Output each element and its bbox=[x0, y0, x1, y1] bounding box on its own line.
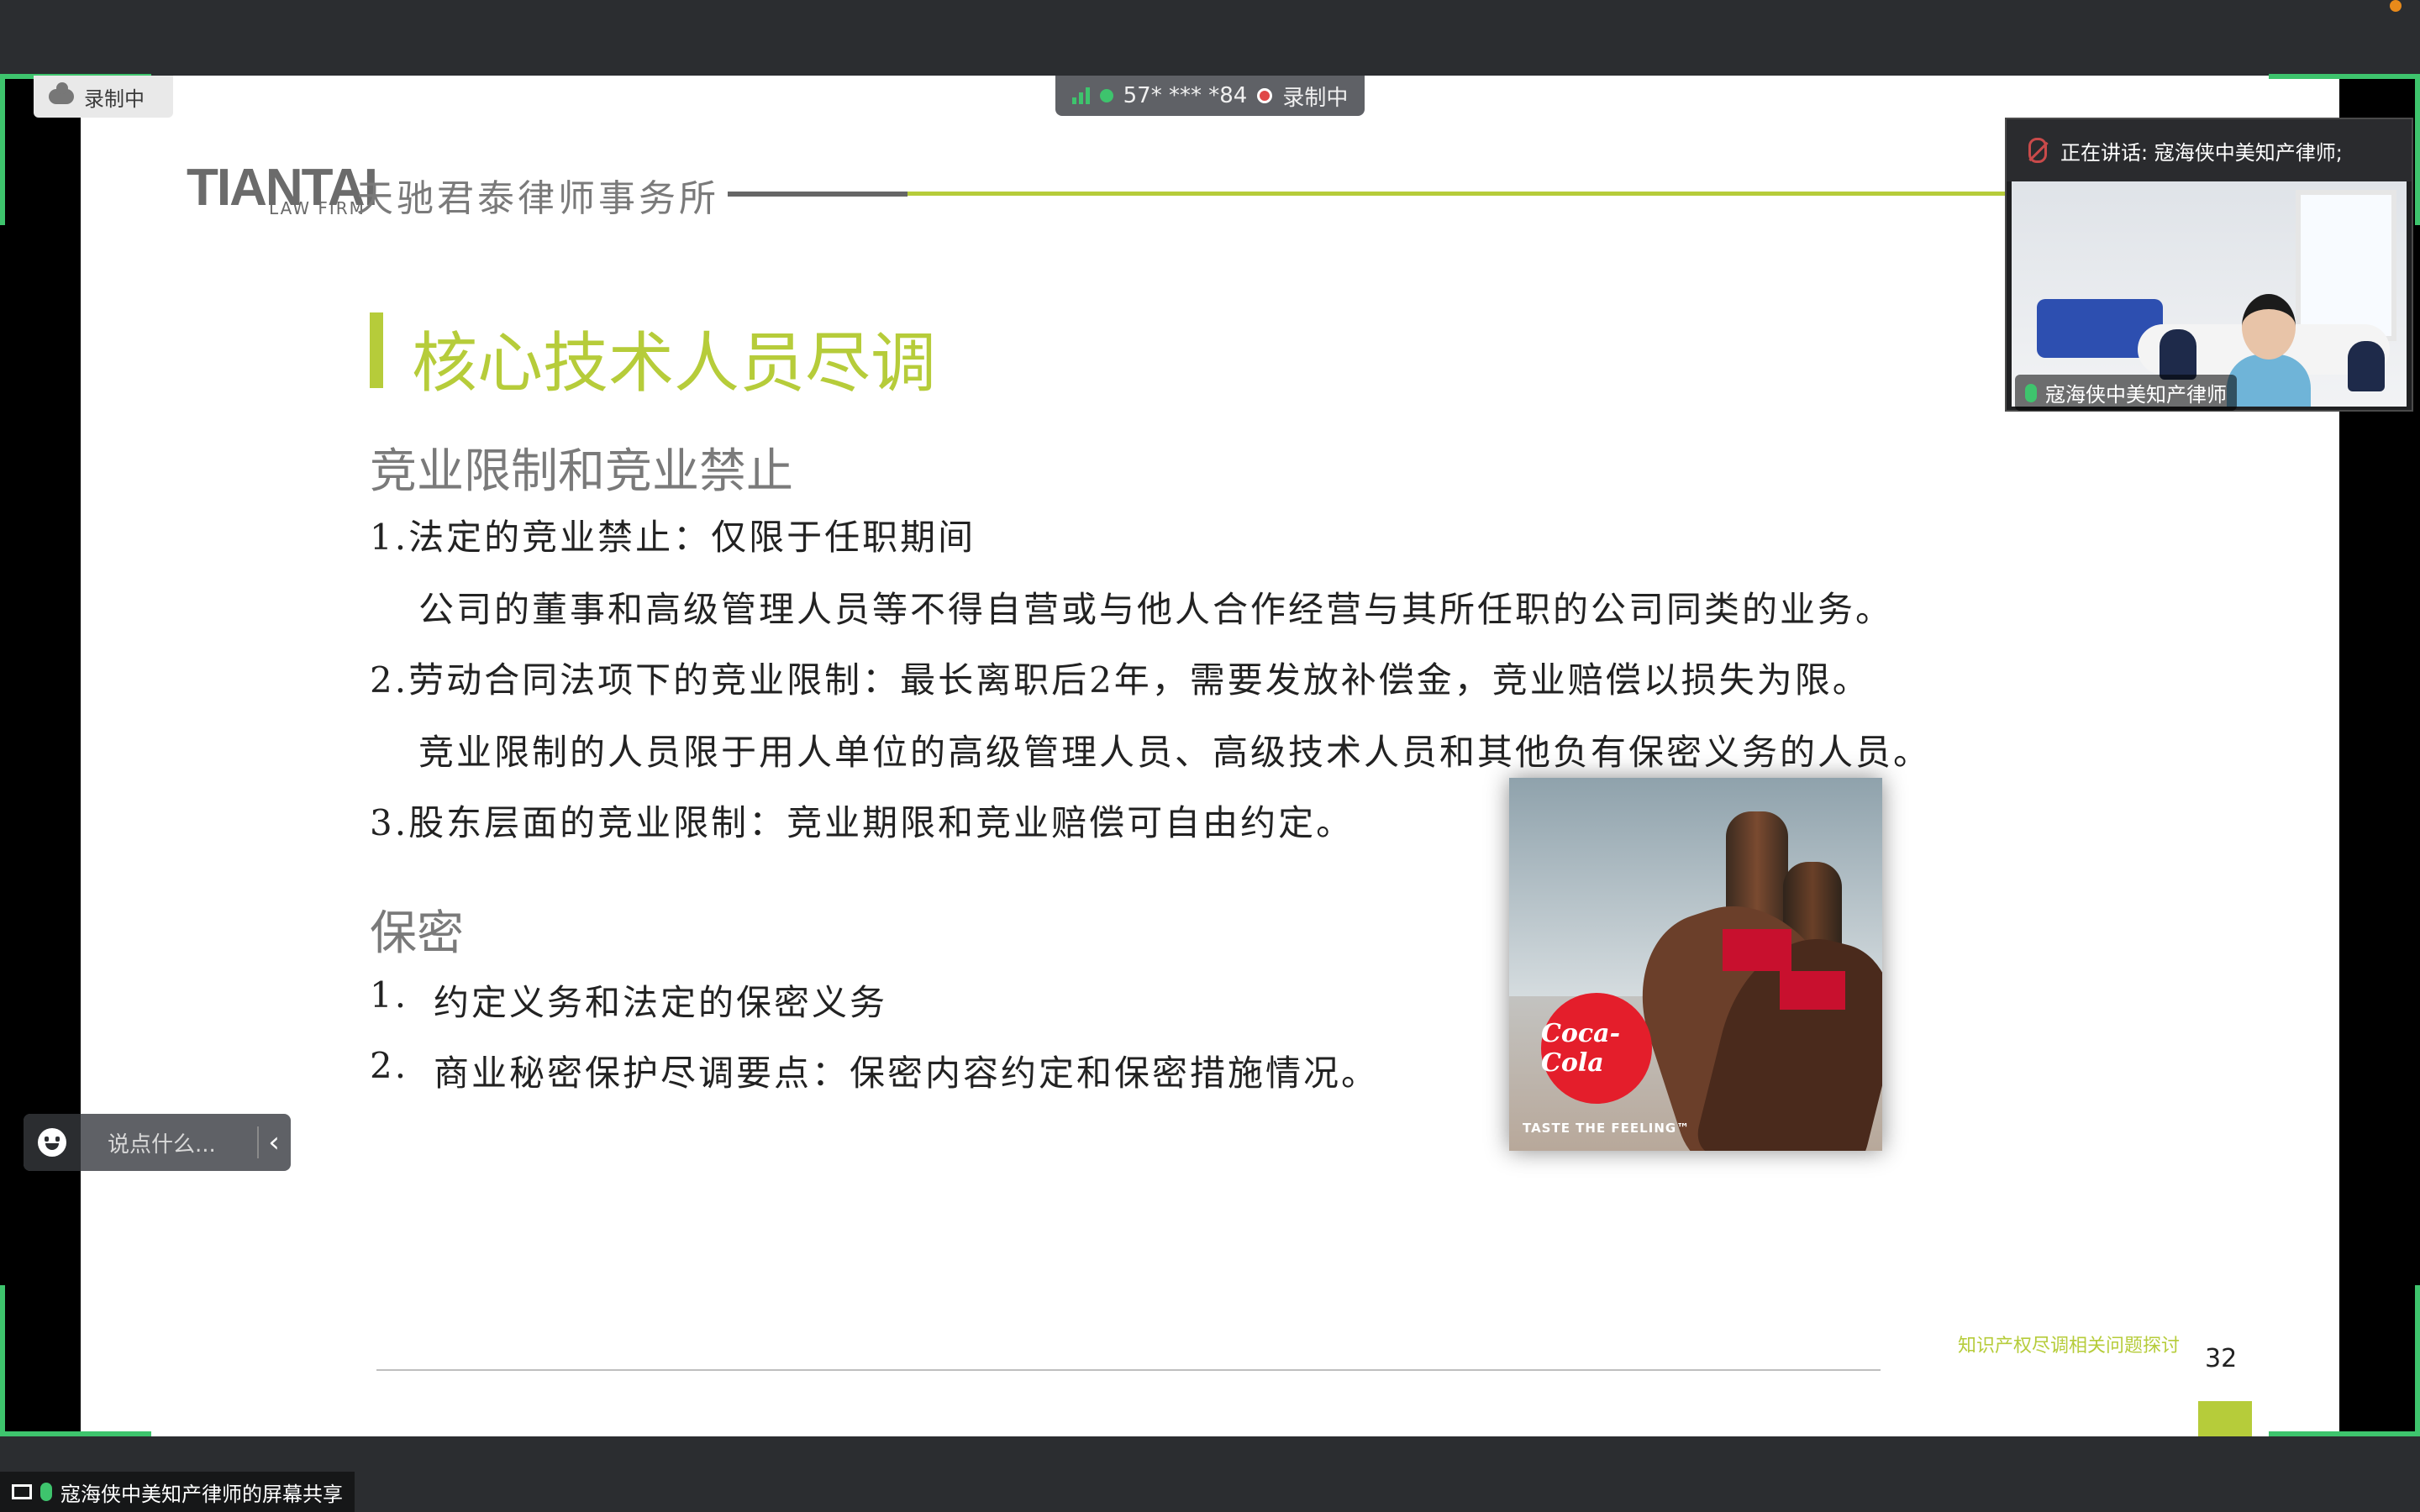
confidentiality-item-2: 商业秘密保护尽调要点：保密内容约定和保密措施情况。 bbox=[434, 1053, 1380, 1094]
noncompete-line-5: 3.股东层面的竞业限制：竞业期限和竞业赔偿可自由约定。 bbox=[370, 802, 1355, 843]
room-chair bbox=[2160, 329, 2196, 380]
participant-caption: 寇海侠中美知产律师 bbox=[2015, 375, 2237, 411]
firm-logo: TIANTAI LAW FIRM bbox=[187, 158, 378, 218]
screen-share-icon bbox=[12, 1484, 32, 1499]
chat-input[interactable]: 说点什么... bbox=[81, 1127, 257, 1158]
footer-text: 知识产权尽调相关问题探讨 bbox=[1958, 1336, 2181, 1357]
mic-active-icon bbox=[2025, 383, 2037, 402]
screen-share-label: 寇海侠中美知产律师的屏幕共享 bbox=[0, 1472, 355, 1512]
security-shield-icon bbox=[1099, 89, 1113, 102]
title-accent-bar bbox=[370, 312, 383, 388]
section-heading-confidentiality: 保密 bbox=[370, 906, 464, 961]
presenter-mic-icon bbox=[40, 1483, 52, 1501]
mic-muted-icon[interactable] bbox=[2028, 138, 2047, 163]
meeting-id: 57* *** *84 bbox=[1123, 83, 1248, 108]
person-head bbox=[2242, 294, 2296, 360]
speaking-indicator: 正在讲话: 寇海侠中美知产律师; bbox=[2007, 119, 2412, 181]
confidentiality-item-2-num: 2. bbox=[370, 1045, 409, 1086]
bottle-label-right bbox=[1780, 971, 1845, 1010]
top-bar bbox=[0, 0, 2420, 76]
notification-dot bbox=[2390, 0, 2402, 12]
footer-divider bbox=[376, 1369, 1881, 1371]
room-window bbox=[2296, 190, 2396, 341]
logo-sub-text: LAW FIRM bbox=[269, 198, 366, 218]
meeting-info-pill[interactable]: 57* *** *84 录制中 bbox=[1055, 76, 1365, 116]
confidentiality-item-1: 约定义务和法定的保密义务 bbox=[434, 982, 888, 1023]
screen-share-text: 寇海侠中美知产律师的屏幕共享 bbox=[60, 1482, 343, 1506]
share-frame-corner bbox=[0, 1285, 5, 1436]
header-divider-dark bbox=[728, 192, 908, 197]
header-divider-green bbox=[908, 192, 2017, 196]
image-tagline: TASTE THE FEELING™ bbox=[1523, 1121, 1691, 1136]
confidentiality-item-1-num: 1. bbox=[370, 974, 409, 1016]
room-chair bbox=[2348, 341, 2385, 391]
noncompete-line-2: 公司的董事和高级管理人员等不得自营或与他人合作经营与其所任职的公司同类的业务。 bbox=[418, 589, 1894, 630]
speaker-video-tile[interactable]: 正在讲话: 寇海侠中美知产律师; 寇海侠中美知产律师 bbox=[2005, 118, 2413, 412]
share-frame-corner bbox=[2269, 74, 2420, 79]
noncompete-line-4: 竞业限制的人员限于用人单位的高级管理人员、高级技术人员和其他负有保密义务的人员。 bbox=[418, 732, 1932, 773]
participant-name: 寇海侠中美知产律师 bbox=[2045, 383, 2227, 407]
emoji-button[interactable] bbox=[24, 1114, 81, 1171]
record-dot-icon bbox=[1257, 88, 1273, 103]
meeting-recording-label: 录制中 bbox=[1282, 85, 1349, 111]
chevron-left-icon[interactable]: ‹ bbox=[259, 1126, 289, 1159]
noncompete-line-1: 1.法定的竞业禁止：仅限于任职期间 bbox=[370, 517, 976, 558]
speaking-text: 正在讲话: 寇海侠中美知产律师; bbox=[2060, 140, 2343, 165]
slide-title: 核心技术人员尽调 bbox=[412, 326, 937, 402]
share-frame-corner bbox=[2415, 1285, 2420, 1436]
recording-badge[interactable]: 录制中 bbox=[34, 76, 173, 118]
logo-chinese-name: 天驰君泰律师事务所 bbox=[356, 177, 719, 220]
bottle-label-left bbox=[1723, 929, 1791, 971]
person-body bbox=[2227, 354, 2311, 407]
section-heading-noncompete: 竞业限制和竞业禁止 bbox=[370, 444, 793, 499]
smile-icon bbox=[38, 1128, 66, 1157]
share-frame-corner bbox=[2415, 74, 2420, 225]
cloud-record-icon bbox=[49, 82, 74, 104]
chat-input-bar[interactable]: 说点什么... ‹ bbox=[24, 1114, 291, 1171]
participant-person bbox=[2227, 294, 2311, 407]
share-frame-corner bbox=[0, 74, 5, 225]
signal-icon bbox=[1071, 87, 1090, 104]
coca-cola-image: Coca-Cola TASTE THE FEELING™ bbox=[1509, 778, 1882, 1151]
camera-feed bbox=[2012, 181, 2407, 407]
bottom-bar bbox=[0, 1436, 2420, 1512]
noncompete-line-3: 2.劳动合同法项下的竞业限制：最长离职后2年，需要发放补偿金，竞业赔偿以损失为限… bbox=[370, 659, 1870, 701]
coca-cola-logo: Coca-Cola bbox=[1541, 993, 1652, 1104]
footer-accent-box bbox=[2198, 1401, 2252, 1436]
recording-badge-label: 录制中 bbox=[84, 87, 145, 111]
page-number: 32 bbox=[2205, 1344, 2238, 1373]
